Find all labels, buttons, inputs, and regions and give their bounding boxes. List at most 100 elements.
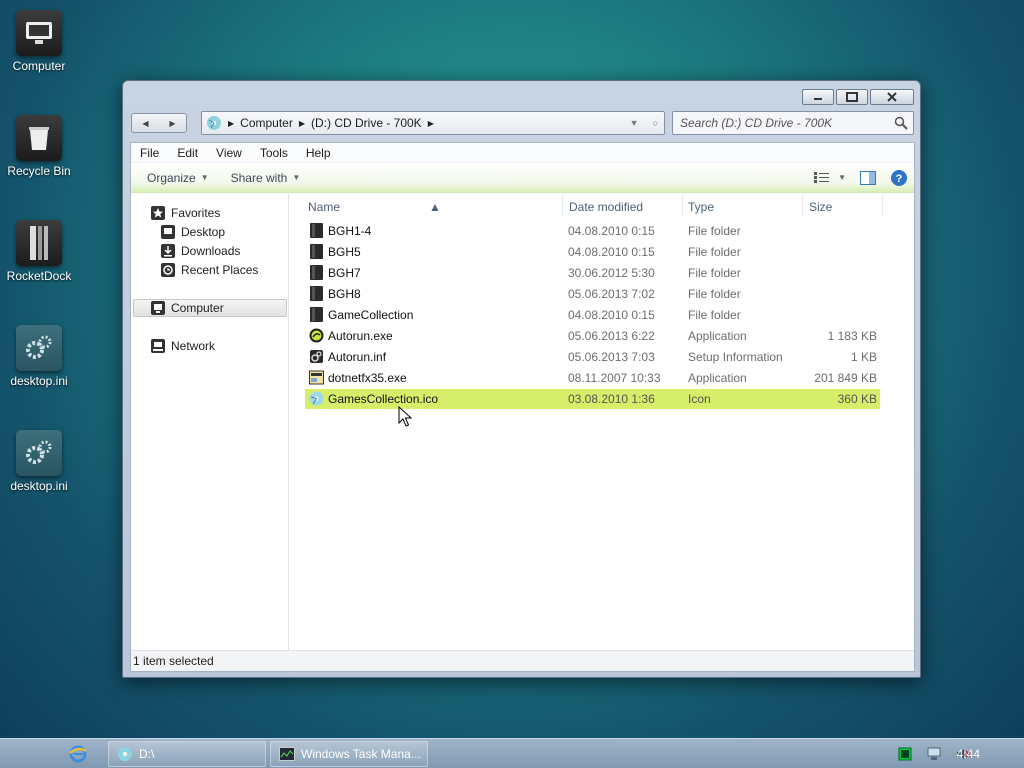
- file-row[interactable]: BGH8 05.06.2013 7:02 File folder: [305, 284, 880, 304]
- status-bar: 1 item selected: [131, 650, 914, 671]
- file-name: dotnetfx35.exe: [328, 371, 407, 385]
- internet-explorer-icon: [69, 745, 87, 763]
- help-icon[interactable]: ?: [890, 169, 908, 187]
- file-size: 1 KB: [850, 350, 877, 364]
- file-date-modified: 04.08.2010 0:15: [568, 308, 655, 322]
- breadcrumb-cd-drive[interactable]: (D:) CD Drive - 700K: [311, 116, 422, 130]
- breadcrumb-computer[interactable]: Computer: [240, 116, 293, 130]
- nav-downloads[interactable]: Downloads: [161, 242, 240, 260]
- column-date-modified[interactable]: Date modified: [569, 200, 643, 214]
- taskbar-explorer-label: D:\: [139, 747, 155, 761]
- desktop-icon-computer[interactable]: Computer: [0, 10, 78, 73]
- nav-computer-label: Computer: [171, 301, 224, 315]
- address-dropdown-icon[interactable]: ▼: [630, 118, 639, 128]
- preview-pane-icon[interactable]: [860, 170, 876, 185]
- folder-icon: [309, 286, 324, 301]
- file-date-modified: 05.06.2013 7:03: [568, 350, 655, 364]
- file-row[interactable]: GameCollection 04.08.2010 0:15 File folder: [305, 305, 880, 325]
- minimize-button[interactable]: [802, 89, 834, 105]
- nav-network[interactable]: Network: [151, 337, 215, 355]
- nav-desktop-label: Desktop: [181, 225, 226, 239]
- share-with-button[interactable]: Share with ▼: [221, 171, 311, 185]
- settings-file-icon: [309, 349, 324, 364]
- desktop-icon-desktop-ini-2[interactable]: desktop.ini: [0, 430, 78, 493]
- file-name: Autorun.exe: [328, 329, 393, 343]
- file-row[interactable]: Autorun.exe 05.06.2013 6:22 Application 1 1…: [305, 326, 880, 346]
- chevron-down-icon: ▼: [200, 173, 209, 182]
- file-date-modified: 04.08.2010 0:15: [568, 245, 655, 259]
- nav-network-label: Network: [171, 339, 216, 353]
- file-name: Autorun.inf: [328, 350, 387, 364]
- address-bar[interactable]: ▶ Computer ▶ (D:) CD Drive - 700K ▶ ▼ ○: [201, 111, 665, 135]
- menu-help[interactable]: Help: [297, 146, 340, 160]
- maximize-icon: [846, 92, 858, 102]
- menu-view[interactable]: View: [207, 146, 251, 160]
- file-list: ▲ Name Date modified Type Size BGH1-4 04.…: [290, 194, 914, 650]
- menu-tools[interactable]: Tools: [251, 146, 297, 160]
- computer-icon: [151, 301, 165, 315]
- organize-label: Organize: [147, 170, 196, 185]
- refresh-icon[interactable]: ○: [653, 118, 658, 128]
- column-type[interactable]: Type: [688, 200, 714, 214]
- search-icon[interactable]: [894, 116, 908, 130]
- address-bar-controls: ▼ ○: [630, 118, 658, 128]
- file-type: Application: [688, 329, 747, 343]
- share-with-label: Share with: [230, 170, 288, 185]
- network-tray-icon[interactable]: [926, 747, 942, 761]
- nav-favorites[interactable]: Favorites: [151, 204, 220, 222]
- close-button[interactable]: [870, 89, 914, 105]
- address-row: ◀ ▶ ▶ Computer ▶ (D:) CD Drive - 700K ▶ …: [131, 111, 914, 136]
- cpu-meter-icon[interactable]: [898, 747, 912, 761]
- file-name: GameCollection: [328, 308, 414, 322]
- nav-desktop[interactable]: Desktop: [161, 223, 225, 241]
- column-name[interactable]: Name: [308, 200, 340, 214]
- file-row[interactable]: BGH1-4 04.08.2010 0:15 File folder: [305, 221, 880, 241]
- file-type: Application: [688, 371, 747, 385]
- taskbar-task-manager[interactable]: Windows Task Mana...: [270, 741, 428, 767]
- desktop-icon-desktop-ini-1[interactable]: desktop.ini: [0, 325, 78, 388]
- column-size[interactable]: Size: [809, 200, 832, 214]
- download-icon: [161, 244, 175, 258]
- file-type: File folder: [688, 245, 741, 259]
- menu-file[interactable]: File: [131, 146, 168, 160]
- ie-quicklaunch[interactable]: [68, 741, 88, 767]
- chevron-down-icon: ▼: [838, 173, 846, 182]
- nav-recent-places[interactable]: Recent Places: [161, 261, 258, 279]
- close-icon: [887, 92, 897, 102]
- maximize-button[interactable]: [836, 89, 868, 105]
- sort-ascending-icon: ▲: [429, 200, 441, 214]
- app-icon: [309, 328, 324, 343]
- search-input[interactable]: Search (D:) CD Drive - 700K: [672, 111, 914, 135]
- nav-computer[interactable]: Computer: [133, 299, 287, 317]
- clock[interactable]: 4:44: [957, 747, 980, 761]
- menu-edit[interactable]: Edit: [168, 146, 207, 160]
- nav-recent-places-label: Recent Places: [181, 263, 259, 277]
- file-row[interactable]: dotnetfx35.exe 08.11.2007 10:33 Applicatio…: [305, 368, 880, 388]
- view-options-button[interactable]: ▼: [814, 171, 846, 184]
- breadcrumb-chevron-icon[interactable]: ▶: [228, 119, 234, 128]
- file-row[interactable]: GamesCollection.ico 03.08.2010 1:36 Icon 36…: [305, 389, 880, 409]
- taskbar-explorer-d-drive[interactable]: D:\: [108, 741, 266, 767]
- minimize-icon: [814, 98, 822, 100]
- desktop-icon-recycle-bin[interactable]: Recycle Bin: [0, 115, 78, 178]
- folder-icon: [309, 265, 324, 280]
- file-row[interactable]: BGH7 30.06.2012 5:30 File folder: [305, 263, 880, 283]
- file-row[interactable]: BGH5 04.08.2010 0:15 File folder: [305, 242, 880, 262]
- taskbar-task-manager-label: Windows Task Mana...: [301, 747, 421, 761]
- breadcrumb-chevron-icon[interactable]: ▶: [299, 119, 305, 128]
- organize-button[interactable]: Organize ▼: [137, 171, 219, 185]
- mouse-cursor-icon: [398, 406, 412, 427]
- back-button[interactable]: ◀: [142, 119, 148, 128]
- network-icon: [151, 339, 165, 353]
- file-type: File folder: [688, 287, 741, 301]
- command-bar: Organize ▼ Share with ▼ ▼ ?: [131, 163, 914, 193]
- desktop-icon-rocketdock[interactable]: RocketDock: [0, 220, 78, 283]
- file-row[interactable]: Autorun.inf 05.06.2013 7:03 Setup Informat…: [305, 347, 880, 367]
- file-type: File folder: [688, 308, 741, 322]
- file-name: BGH7: [328, 266, 361, 280]
- file-name: BGH8: [328, 287, 361, 301]
- forward-button[interactable]: ▶: [169, 119, 175, 128]
- desktop-icon-label: desktop.ini: [10, 479, 68, 493]
- breadcrumb-chevron-icon[interactable]: ▶: [428, 119, 434, 128]
- file-size: 201 849 KB: [814, 371, 877, 385]
